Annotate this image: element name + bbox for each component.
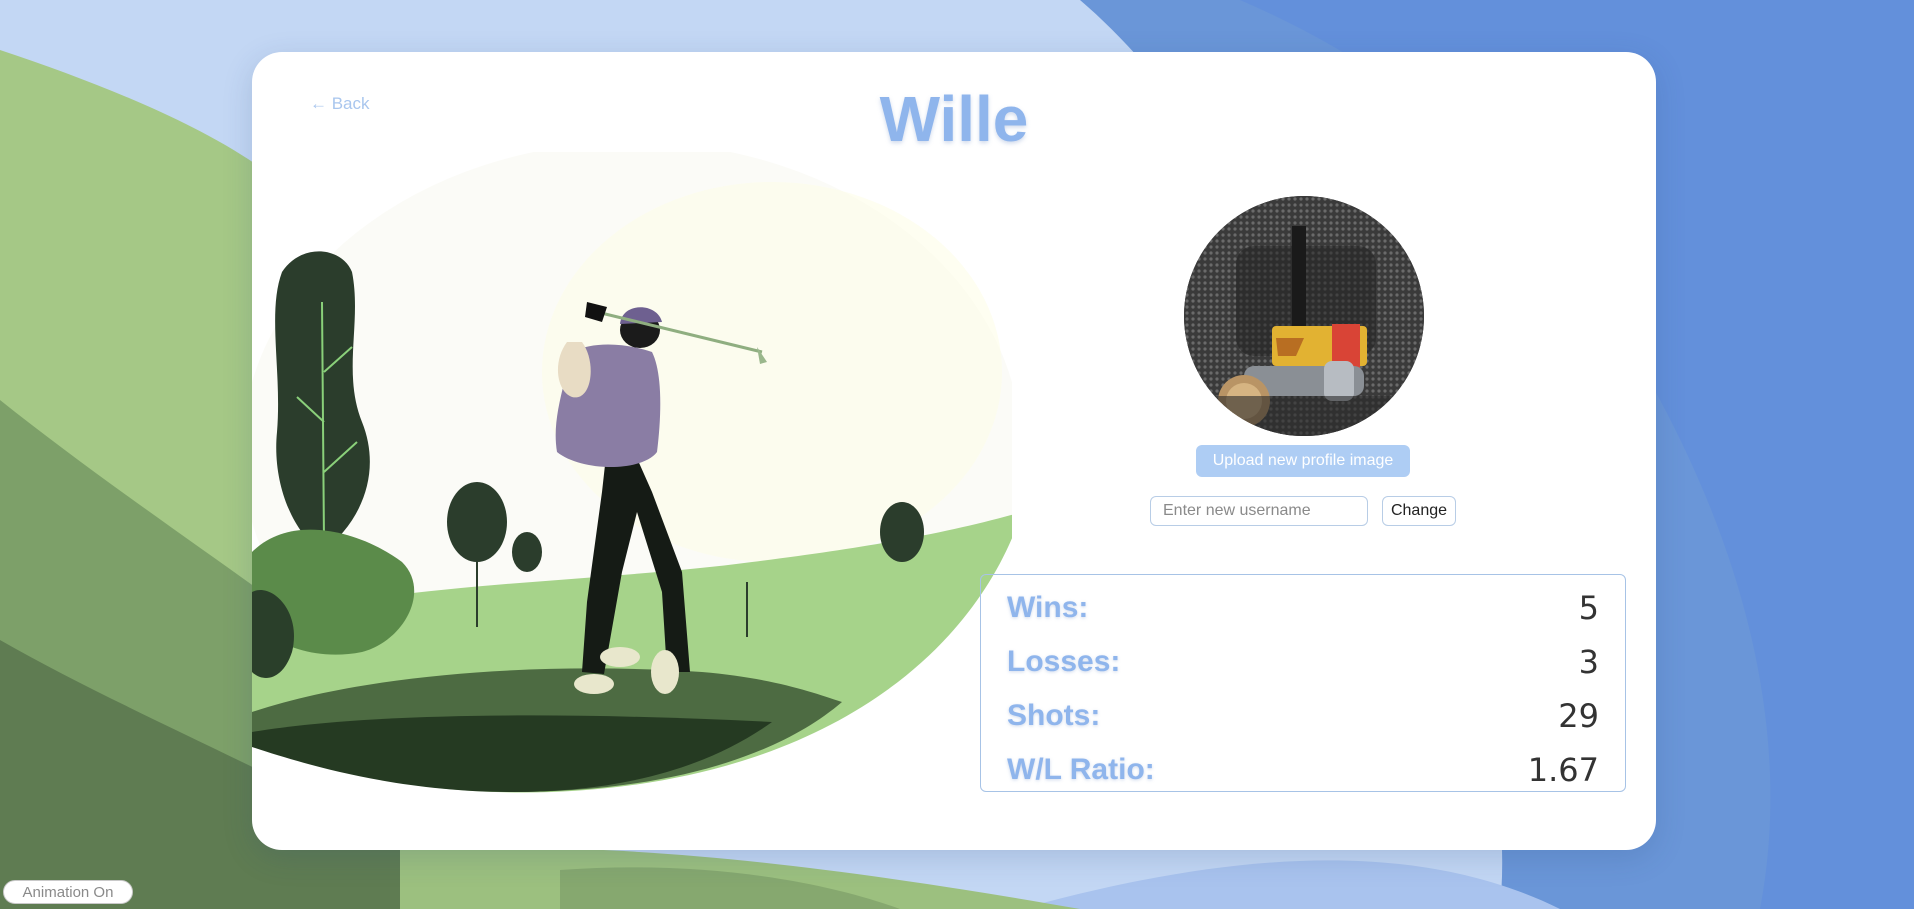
- animation-toggle-button[interactable]: Animation On: [3, 880, 133, 904]
- change-username-button[interactable]: Change: [1382, 496, 1456, 526]
- stat-value: 1.67: [1527, 751, 1599, 789]
- upload-profile-image-button[interactable]: Upload new profile image: [1196, 445, 1410, 477]
- stat-value: 29: [1558, 697, 1599, 735]
- stat-label: W/L Ratio:: [1007, 753, 1155, 786]
- stat-label: Wins:: [1007, 591, 1089, 624]
- profile-photo: [1184, 196, 1424, 436]
- stat-value: 3: [1578, 643, 1599, 681]
- stats-panel: Wins: 5 Losses: 3 Shots: 29 W/L Ratio: 1…: [980, 574, 1626, 792]
- stat-row-wl-ratio: W/L Ratio: 1.67: [1007, 743, 1599, 797]
- stat-row-shots: Shots: 29: [1007, 689, 1599, 743]
- stat-value: 5: [1578, 589, 1599, 627]
- username-input[interactable]: [1150, 496, 1368, 526]
- stat-label: Shots:: [1007, 699, 1101, 732]
- profile-avatar: [1184, 196, 1424, 436]
- stat-row-losses: Losses: 3: [1007, 635, 1599, 689]
- profile-card: ← Back Wille Upload new profile image En…: [252, 52, 1656, 850]
- stat-row-wins: Wins: 5: [1007, 581, 1599, 635]
- stat-label: Losses:: [1007, 645, 1121, 678]
- golfer-illustration: [252, 152, 1012, 793]
- page-title: Wille: [879, 83, 1029, 155]
